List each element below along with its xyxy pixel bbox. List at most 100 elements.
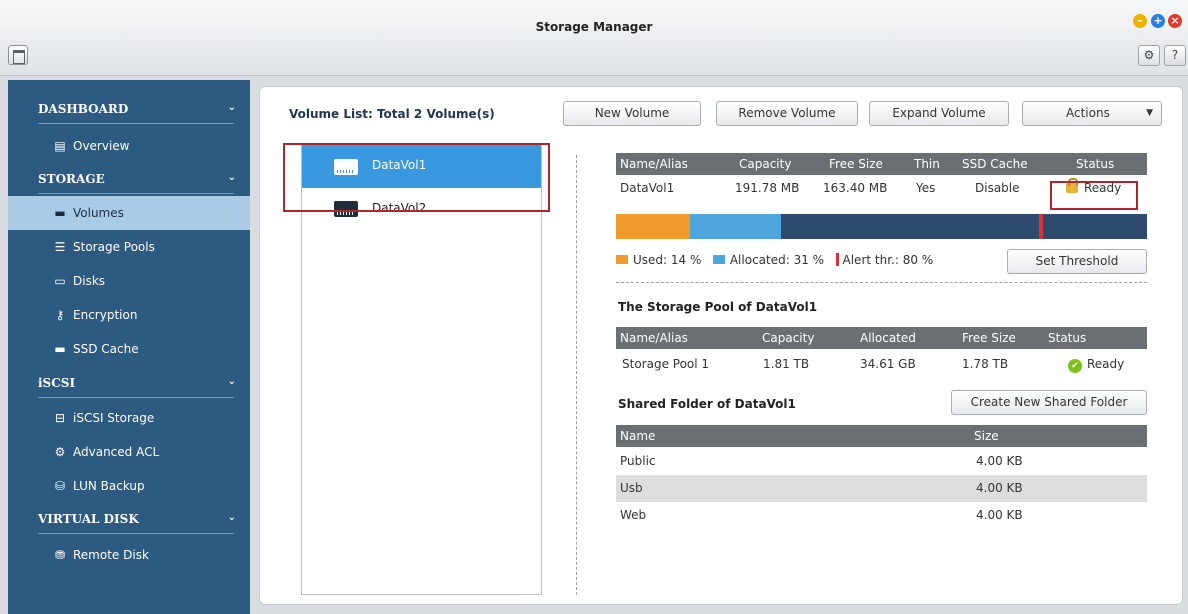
volume-icon: ▬ [54, 206, 66, 220]
col-capacity: Capacity [762, 331, 815, 345]
set-threshold-button[interactable]: Set Threshold [1007, 249, 1147, 274]
title-bar: Storage Manager – + × ⚙ ? [0, 0, 1188, 76]
cell-name: DataVol1 [620, 181, 675, 195]
pool-table-header: Name/Alias Capacity Allocated Free Size … [616, 327, 1147, 349]
used-label: Used: 14 % [633, 253, 702, 267]
sidebar-item-ssd-cache[interactable]: ▬ SSD Cache [8, 332, 250, 366]
sidebar-item-label: Remote Disk [73, 548, 149, 562]
used-swatch [616, 255, 628, 264]
cell-size: 4.00 KB [976, 481, 1023, 495]
sidebar-item-label: Overview [73, 139, 130, 153]
close-icon[interactable]: × [1168, 14, 1182, 28]
main-panel: Volume List: Total 2 Volume(s) New Volum… [259, 86, 1183, 605]
sidebar-item-label: LUN Backup [73, 479, 145, 493]
sidebar-section-dashboard[interactable]: DASHBOARD ⌄ [8, 102, 250, 124]
cell-name: Web [620, 508, 647, 522]
maximize-icon[interactable]: + [1151, 14, 1165, 28]
chevron-down-icon[interactable]: ⌄ [228, 102, 236, 113]
check-icon: ✔ [1068, 359, 1082, 373]
usage-alert-marker [1038, 214, 1043, 239]
sidebar-item-advanced-acl[interactable]: ⚙ Advanced ACL [8, 435, 250, 469]
sidebar-item-storage-pools[interactable]: ☰ Storage Pools [8, 230, 250, 264]
selection-highlight [283, 143, 550, 212]
volume-table-header: Name/Alias Capacity Free Size Thin SSD C… [616, 153, 1147, 175]
window-title: Storage Manager [535, 20, 653, 34]
key-icon: ⚷ [55, 308, 65, 322]
col-free-size: Free Size [829, 157, 883, 171]
sidebar-item-disks[interactable]: ▭ Disks [8, 264, 250, 298]
expand-volume-button[interactable]: Expand Volume [869, 101, 1009, 126]
sidebar-item-label: Volumes [73, 206, 124, 220]
horizontal-divider [616, 282, 1147, 283]
col-name-alias: Name/Alias [620, 331, 688, 345]
help-button[interactable]: ? [1164, 45, 1186, 66]
shared-table-row[interactable]: Usb 4.00 KB [616, 475, 1147, 502]
usage-bar [616, 214, 1147, 239]
sidebar: DASHBOARD ⌄ ▤ Overview STORAGE ⌄ ▬ Volumes… [8, 80, 250, 614]
cell-thin: Yes [916, 181, 936, 195]
sidebar-item-encryption[interactable]: ⚷ Encryption [8, 298, 250, 332]
new-volume-button[interactable]: New Volume [563, 101, 701, 126]
col-status: Status [1076, 157, 1115, 171]
sidebar-item-label: iSCSI Storage [73, 411, 155, 425]
minimize-icon[interactable]: – [1133, 14, 1147, 28]
settings-gear-button[interactable]: ⚙ [1138, 45, 1160, 66]
sidebar-item-label: SSD Cache [73, 342, 139, 356]
col-status: Status [1048, 331, 1087, 345]
ssd-icon: ▬ [54, 342, 66, 356]
shared-table-row[interactable]: Public 4.00 KB [616, 448, 1147, 475]
pool-section-title: The Storage Pool of DataVol1 [618, 300, 818, 314]
cell-size: 4.00 KB [976, 508, 1023, 522]
cell-ssd-cache: Disable [975, 181, 1020, 195]
col-size: Size [974, 429, 999, 443]
col-name: Name [620, 429, 656, 443]
sidebar-item-iscsi-storage[interactable]: ⊟ iSCSI Storage [8, 401, 250, 435]
col-name-alias: Name/Alias [620, 157, 688, 171]
cell-free-size: 163.40 MB [823, 181, 888, 195]
section-divider [38, 123, 234, 124]
sidebar-section-storage[interactable]: STORAGE ⌄ [8, 172, 250, 194]
sidebar-item-lun-backup[interactable]: ⛁ LUN Backup [8, 469, 250, 503]
cell-status: ✔ Ready [1068, 351, 1124, 378]
status-highlight [1050, 181, 1138, 210]
cell-size: 4.00 KB [976, 454, 1023, 468]
section-label: VIRTUAL DISK [38, 512, 139, 526]
sidebar-section-virtual-disk[interactable]: VIRTUAL DISK ⌄ [8, 512, 250, 534]
sidebar-item-remote-disk[interactable]: ⛃ Remote Disk [8, 538, 250, 572]
section-label: iSCSI [38, 376, 76, 390]
sidebar-item-overview[interactable]: ▤ Overview [8, 129, 250, 163]
col-ssd-cache: SSD Cache [962, 157, 1028, 171]
status-text: Ready [1087, 357, 1125, 371]
chevron-down-icon[interactable]: ⌄ [228, 376, 236, 387]
remove-volume-button[interactable]: Remove Volume [716, 101, 858, 126]
actions-label: Actions [1066, 106, 1110, 120]
cell-name: Public [620, 454, 656, 468]
sidebar-item-volumes[interactable]: ▬ Volumes [8, 196, 250, 230]
alert-swatch [835, 253, 839, 266]
actions-dropdown[interactable]: Actions ▼ [1022, 101, 1162, 126]
gear-icon: ⚙ [54, 445, 66, 459]
cell-name: Usb [620, 481, 643, 495]
sidebar-item-label: Disks [73, 274, 106, 288]
storage-pool-icon: ☰ [54, 240, 66, 254]
section-divider [38, 397, 234, 398]
overview-icon: ▤ [54, 139, 66, 153]
col-free-size: Free Size [962, 331, 1016, 345]
chevron-down-icon[interactable]: ⌄ [228, 512, 236, 523]
allocated-swatch [712, 255, 725, 264]
pool-table-row[interactable]: Storage Pool 1 1.81 TB 34.61 GB 1.78 TB … [616, 351, 1147, 378]
shared-section-title: Shared Folder of DataVol1 [618, 397, 796, 411]
chevron-down-icon[interactable]: ⌄ [228, 172, 236, 183]
shared-table-row[interactable]: Web 4.00 KB [616, 502, 1147, 529]
sidebar-item-label: Advanced ACL [73, 445, 160, 459]
disk-icon: ▭ [54, 274, 66, 288]
section-label: STORAGE [38, 172, 105, 186]
cell-allocated: 34.61 GB [860, 357, 916, 371]
cell-capacity: 1.81 TB [763, 357, 810, 371]
caret-down-icon: ▼ [1146, 108, 1153, 118]
volume-list-title: Volume List: Total 2 Volume(s) [289, 107, 495, 121]
create-shared-folder-button[interactable]: Create New Shared Folder [951, 390, 1147, 415]
sidebar-section-iscsi[interactable]: iSCSI ⌄ [8, 376, 250, 398]
app-menu-icon[interactable] [8, 45, 28, 65]
cell-free-size: 1.78 TB [962, 357, 1009, 371]
